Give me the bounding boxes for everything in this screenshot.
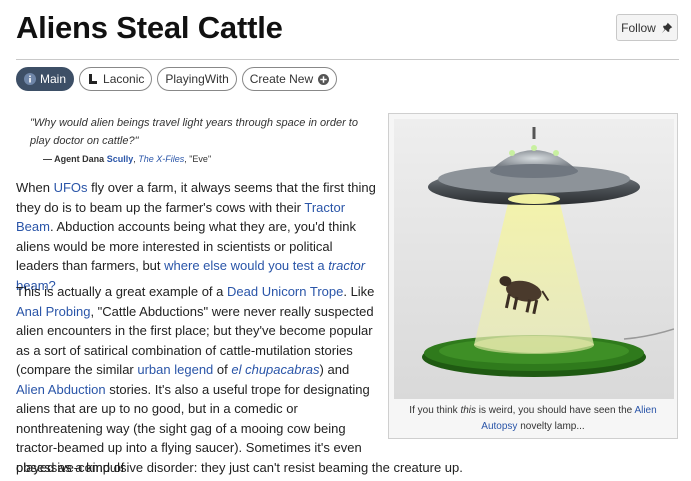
tab-main-label: Main (40, 72, 67, 86)
anal-probing-link[interactable]: Anal Probing (16, 304, 90, 319)
ufos-link[interactable]: UFOs (54, 180, 88, 195)
laconic-icon (87, 73, 99, 85)
tab-create-new-label: Create New (249, 72, 314, 86)
paragraph-2: This is actually a great example of a De… (16, 282, 378, 477)
scully-link[interactable]: Scully (107, 154, 134, 164)
p2-link4-a: el (231, 362, 246, 377)
caption-text-3: novelty lamp... (517, 421, 585, 432)
page-tabs: Main Laconic PlayingWith Create New (16, 67, 338, 91)
ufo-lamp-image[interactable] (394, 119, 674, 399)
paragraph-2-tail: obsessive-compulsive disorder: they just… (16, 460, 463, 475)
tab-laconic-label: Laconic (103, 72, 145, 86)
info-icon (24, 73, 36, 85)
chupacabras-link[interactable]: el chupacabras (231, 362, 319, 377)
tab-main[interactable]: Main (16, 67, 75, 91)
alien-abduction-link[interactable]: Alien Abduction (16, 382, 106, 397)
paragraph-1: When UFOs fly over a farm, it always see… (16, 178, 378, 295)
tab-create-new[interactable]: Create New (241, 67, 338, 91)
tab-playingwith[interactable]: PlayingWith (157, 67, 237, 91)
p1-text-1: When (16, 180, 54, 195)
attribution-dash: — Agent Dana (43, 154, 107, 164)
plus-circle-icon (317, 73, 329, 85)
p2-text-1: This is actually a great example of a (16, 284, 227, 299)
follow-label: Follow (621, 20, 656, 35)
epigraph-quote: "Why would alien beings travel light yea… (30, 117, 358, 147)
urban-legend-link[interactable]: urban legend (137, 362, 213, 377)
title-divider (16, 59, 679, 60)
follow-button[interactable]: Follow (616, 14, 678, 41)
p1-link3-italic: tractor (328, 258, 366, 273)
x-files-link[interactable]: The X-Files (138, 154, 184, 164)
tab-playingwith-label: PlayingWith (165, 72, 229, 86)
quote-attribution: — Agent Dana Scully, The X-Files, "Eve" (43, 154, 211, 164)
caption-text-1: If you think (409, 405, 461, 416)
figure-box: If you think this is weird, you should h… (388, 113, 678, 439)
attribution-episode: , "Eve" (184, 154, 212, 164)
p2-text-4: of (213, 362, 232, 377)
p1-link3-a: where else would you test a (164, 258, 329, 273)
p2-text-5: ) and (319, 362, 350, 377)
p2-text-2: . Like (343, 284, 375, 299)
page-title: Aliens Steal Cattle (16, 10, 283, 45)
caption-text-2: is weird, you should have seen the (476, 405, 635, 416)
tab-laconic[interactable]: Laconic (79, 67, 153, 91)
figure-caption: If you think this is weird, you should h… (394, 403, 672, 435)
pin-icon (661, 22, 673, 33)
p2-link4-b: chupacabras (245, 362, 320, 377)
dead-unicorn-trope-link[interactable]: Dead Unicorn Trope (227, 284, 343, 299)
caption-emphasis: this (460, 405, 476, 416)
